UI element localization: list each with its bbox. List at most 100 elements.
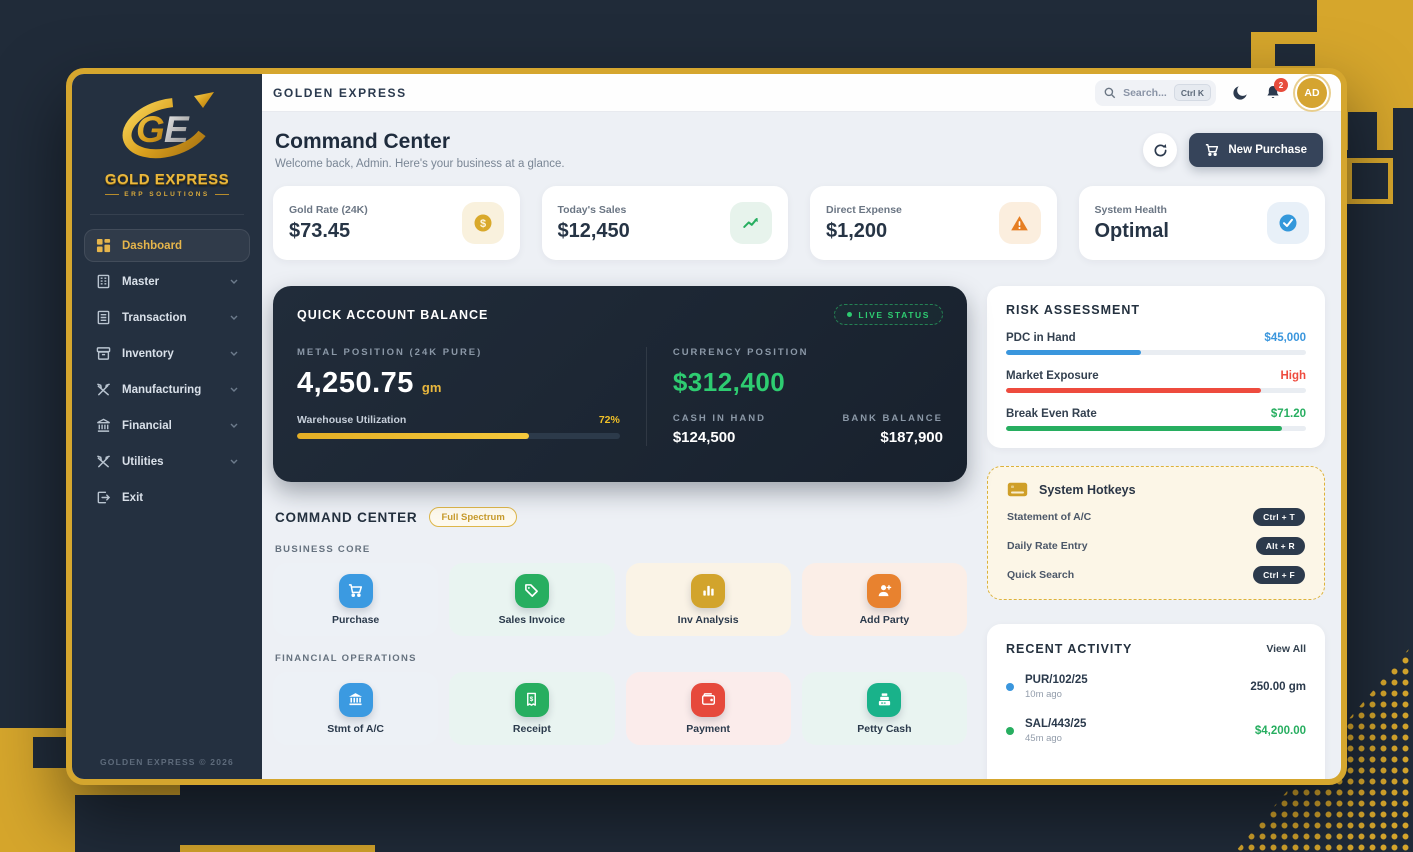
risk-progress-fill <box>1006 388 1261 393</box>
decor-top-right-outline <box>1347 158 1393 204</box>
user-plus-icon <box>867 574 901 608</box>
metal-position-value: 4,250.75 <box>297 367 414 400</box>
refresh-button[interactable] <box>1143 133 1177 167</box>
decor-top-right-notch <box>1393 108 1413 150</box>
sidebar-item-inventory[interactable]: Inventory <box>84 337 250 370</box>
tools-icon <box>96 454 111 469</box>
logo-dash <box>105 194 119 195</box>
quick-account-balance-card: QUICK ACCOUNT BALANCE LIVE STATUS METAL … <box>273 286 967 482</box>
stat-label: Direct Expense <box>826 204 902 216</box>
live-status-badge[interactable]: LIVE STATUS <box>834 304 943 325</box>
activity-row[interactable]: SAL/443/25 45m ago $4,200.00 <box>1006 718 1306 744</box>
chevron-down-icon <box>230 387 238 392</box>
refresh-icon <box>1153 143 1168 158</box>
tile-petty-cash[interactable]: Petty Cash <box>802 672 967 745</box>
risk-row-exposure: Market Exposure High <box>1006 370 1306 393</box>
risk-progress-track <box>1006 388 1306 393</box>
risk-row-breakeven: Break Even Rate $71.20 <box>1006 408 1306 431</box>
currency-position-value: $312,400 <box>673 367 943 398</box>
sidebar-item-financial[interactable]: Financial <box>84 409 250 442</box>
receipt-icon: $ <box>515 683 549 717</box>
topbar-actions: Search... Ctrl K 2 AD <box>1095 78 1327 108</box>
sidebar-item-manufacturing[interactable]: Manufacturing <box>84 373 250 406</box>
stat-card-todays-sales[interactable]: Today's Sales $12,450 <box>542 186 789 260</box>
activity-value: 250.00 gm <box>1250 681 1306 693</box>
sidebar-item-utilities[interactable]: Utilities <box>84 445 250 478</box>
stat-card-gold-rate[interactable]: Gold Rate (24K) $73.45 $ <box>273 186 520 260</box>
command-center-title: COMMAND CENTER <box>275 510 417 525</box>
topbar-brand: GOLDEN EXPRESS <box>273 86 407 100</box>
decor-top-right-notch <box>1348 112 1377 150</box>
stat-card-system-health[interactable]: System Health Optimal <box>1079 186 1326 260</box>
view-all-link[interactable]: View All <box>1266 643 1306 655</box>
sidebar-item-dashboard[interactable]: Dashboard <box>84 229 250 262</box>
cash-register-icon <box>867 683 901 717</box>
sidebar-item-exit[interactable]: Exit <box>84 481 250 514</box>
avatar[interactable]: AD <box>1297 78 1327 108</box>
metal-position-label: METAL POSITION (24K PURE) <box>297 347 620 358</box>
stat-card-direct-expense[interactable]: Direct Expense $1,200 <box>810 186 1057 260</box>
risk-value: $71.20 <box>1271 408 1306 420</box>
tile-label: Sales Invoice <box>499 614 566 626</box>
dark-mode-toggle[interactable] <box>1232 84 1249 101</box>
activity-time: 10m ago <box>1025 689 1088 700</box>
cart-icon <box>339 574 373 608</box>
logo-subtitle: ERP SOLUTIONS <box>84 191 250 198</box>
stat-label: Today's Sales <box>558 204 630 216</box>
search-placeholder: Search... <box>1123 87 1167 99</box>
tile-label: Stmt of A/C <box>327 723 384 735</box>
tile-payment[interactable]: Payment <box>626 672 791 745</box>
risk-title: RISK ASSESSMENT <box>1006 303 1306 317</box>
invoice-list-icon <box>96 310 111 325</box>
tile-receipt[interactable]: $ Receipt <box>449 672 614 745</box>
sidebar-nav: Dashboard Master Transaction Inventory M… <box>84 229 250 514</box>
sidebar-item-transaction[interactable]: Transaction <box>84 301 250 334</box>
page-subtitle: Welcome back, Admin. Here's your busines… <box>275 158 565 170</box>
risk-value: $45,000 <box>1264 332 1306 344</box>
hotkey-kbd: Ctrl + T <box>1253 508 1305 526</box>
hotkey-kbd: Alt + R <box>1256 537 1305 555</box>
stat-label: Gold Rate (24K) <box>289 204 368 216</box>
hotkey-kbd: Ctrl + F <box>1253 566 1305 584</box>
full-spectrum-badge: Full Spectrum <box>429 507 516 527</box>
currency-position-label: CURRENCY POSITION <box>673 347 943 358</box>
search-icon <box>1104 87 1116 99</box>
stat-cards: Gold Rate (24K) $73.45 $ Today's Sales $… <box>273 186 1325 260</box>
chevron-down-icon <box>230 279 238 284</box>
trend-up-icon <box>730 202 772 244</box>
sidebar-item-label: Utilities <box>122 456 164 468</box>
app-window: G E GOLD EXPRESS ERP SOLUTIONS Dashboard… <box>66 68 1347 785</box>
stat-value: $12,450 <box>558 220 630 243</box>
tile-stmt-of-ac[interactable]: Stmt of A/C <box>273 672 438 745</box>
hotkey-row: Quick Search Ctrl + F <box>1007 566 1305 584</box>
hotkeys-title: System Hotkeys <box>1039 483 1136 497</box>
tile-add-party[interactable]: Add Party <box>802 563 967 636</box>
warning-icon <box>999 202 1041 244</box>
topbar: GOLDEN EXPRESS Search... Ctrl K 2 AD <box>262 74 1341 112</box>
activity-dot-icon <box>1006 683 1014 691</box>
activity-row[interactable]: PUR/102/25 10m ago 250.00 gm <box>1006 674 1306 700</box>
tile-purchase[interactable]: Purchase <box>273 563 438 636</box>
risk-value: High <box>1280 370 1306 382</box>
risk-assessment-panel: RISK ASSESSMENT PDC in Hand $45,000 Mark… <box>987 286 1325 448</box>
bank-balance-value: $187,900 <box>842 429 943 446</box>
recent-activity-panel: RECENT ACTIVITY View All PUR/102/25 10m … <box>987 624 1325 779</box>
new-purchase-button[interactable]: New Purchase <box>1189 133 1323 167</box>
check-circle-icon <box>1267 202 1309 244</box>
wallet-icon <box>691 683 725 717</box>
decor-bottom-strip <box>180 845 375 852</box>
business-core-tiles: Purchase Sales Invoice Inv <box>273 563 967 636</box>
search-input[interactable]: Search... Ctrl K <box>1095 80 1216 106</box>
tile-inv-analysis[interactable]: Inv Analysis <box>626 563 791 636</box>
search-shortcut-kbd: Ctrl K <box>1174 84 1211 101</box>
activity-value: $4,200.00 <box>1255 725 1306 737</box>
dashboard-grid-icon <box>96 238 111 253</box>
warehouse-utilization-pct: 72% <box>599 414 620 426</box>
tile-label: Petty Cash <box>857 723 911 735</box>
sidebar-item-master[interactable]: Master <box>84 265 250 298</box>
logo-dash <box>215 194 229 195</box>
chevron-down-icon <box>230 423 238 428</box>
notifications-button[interactable]: 2 <box>1265 84 1281 101</box>
risk-progress-fill <box>1006 350 1141 355</box>
tile-sales-invoice[interactable]: Sales Invoice <box>449 563 614 636</box>
